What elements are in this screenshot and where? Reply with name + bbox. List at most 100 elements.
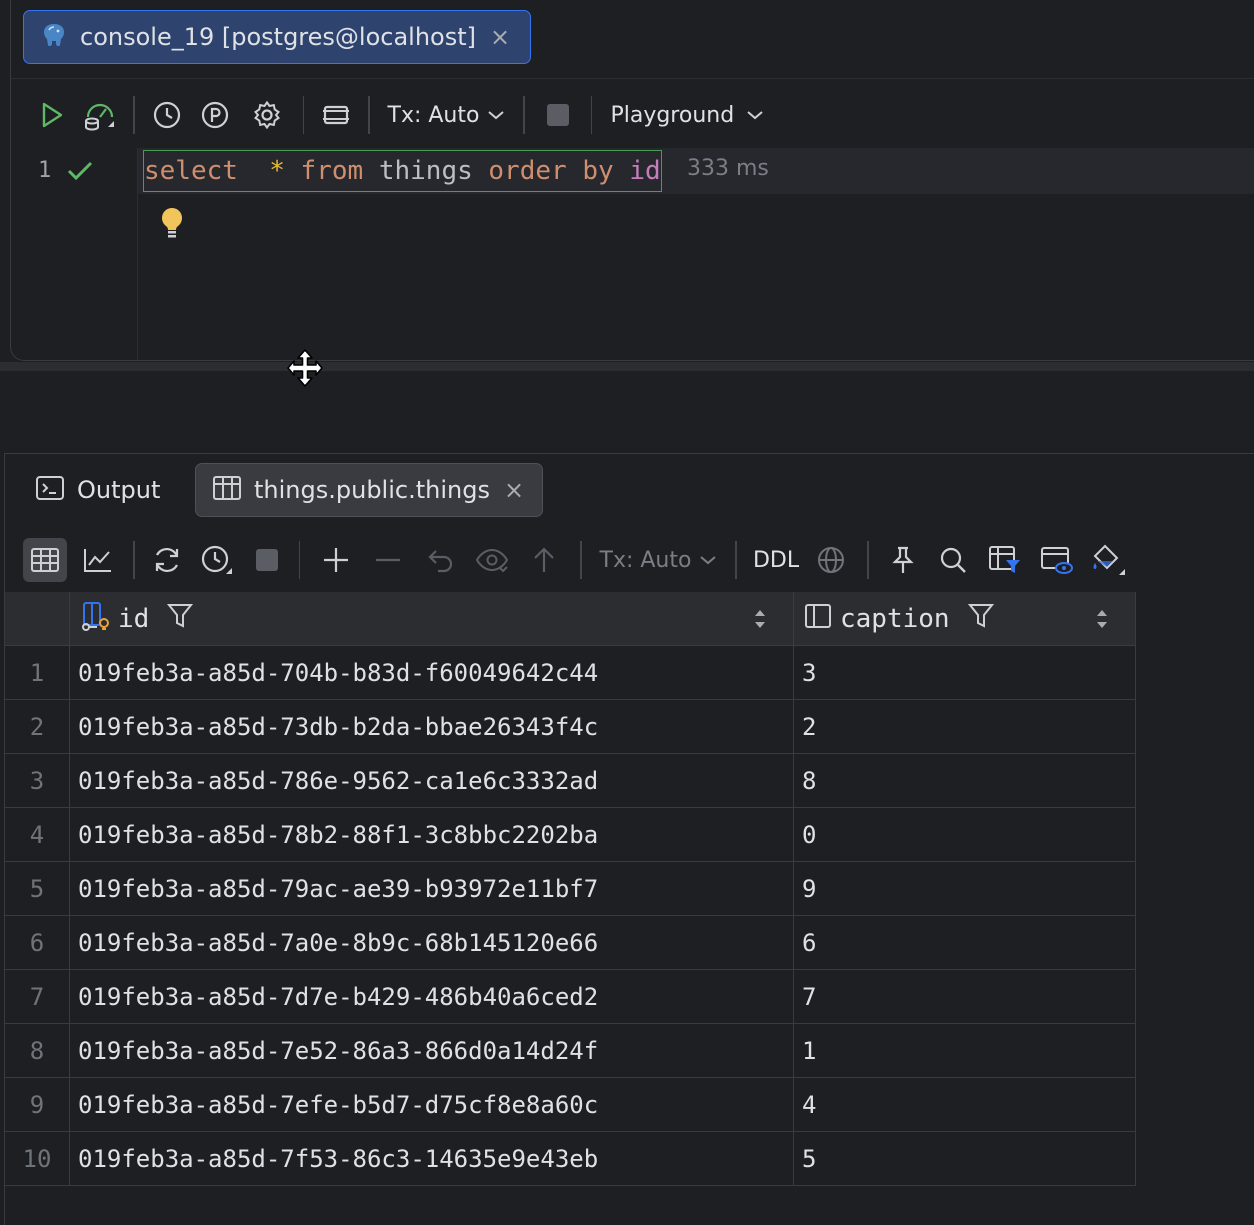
code-editor[interactable]: 1 select * from things order by id 333 m… xyxy=(11,148,1254,360)
primary-key-column-icon xyxy=(80,601,112,637)
cell-caption[interactable]: 7 xyxy=(794,970,1136,1024)
run-icon[interactable] xyxy=(25,93,77,137)
query-token: things xyxy=(363,156,489,186)
table-view-icon[interactable] xyxy=(23,538,67,582)
add-row-icon[interactable] xyxy=(310,538,362,582)
color-fill-icon[interactable] xyxy=(1083,538,1135,582)
cell-id[interactable]: 019feb3a-a85d-7efe-b5d7-d75cf8e8a60c xyxy=(70,1078,794,1132)
search-icon[interactable] xyxy=(927,538,979,582)
tab-output[interactable]: Output xyxy=(35,463,160,517)
row-number-header xyxy=(5,592,70,646)
toolbar-separator xyxy=(368,96,370,134)
preview-changes-icon[interactable] xyxy=(466,538,518,582)
history-icon[interactable] xyxy=(189,538,245,582)
tab-things-table[interactable]: things.public.things × xyxy=(195,463,543,517)
refresh-icon[interactable] xyxy=(145,538,189,582)
row-number: 2 xyxy=(5,700,70,754)
cell-caption[interactable]: 2 xyxy=(794,700,1136,754)
view-settings-icon[interactable] xyxy=(1031,538,1083,582)
stop-icon[interactable] xyxy=(535,93,581,137)
cell-id[interactable]: 019feb3a-a85d-786e-9562-ca1e6c3332ad xyxy=(70,754,794,808)
cell-caption[interactable]: 0 xyxy=(794,808,1136,862)
close-icon[interactable]: × xyxy=(490,23,510,51)
gear-icon[interactable] xyxy=(241,93,293,137)
row-number: 1 xyxy=(5,646,70,700)
cell-caption[interactable]: 5 xyxy=(794,1132,1136,1186)
cell-id[interactable]: 019feb3a-a85d-7e52-86a3-866d0a14d24f xyxy=(70,1024,794,1078)
cell-id[interactable]: 019feb3a-a85d-79ac-ae39-b93972e11bf7 xyxy=(70,862,794,916)
postgres-elephant-icon xyxy=(40,21,68,53)
check-icon xyxy=(67,160,93,186)
pin-icon[interactable] xyxy=(879,538,927,582)
chevron-down-icon xyxy=(746,106,764,125)
submit-icon[interactable] xyxy=(518,538,570,582)
row-number: 7 xyxy=(5,970,70,1024)
cell-caption[interactable]: 3 xyxy=(794,646,1136,700)
column-header-id[interactable]: id xyxy=(70,592,794,646)
chevron-down-icon xyxy=(699,551,717,570)
close-icon[interactable]: × xyxy=(504,476,524,504)
editor-gutter: 1 xyxy=(11,148,138,360)
cell-caption[interactable]: 6 xyxy=(794,916,1136,970)
layout-icon[interactable] xyxy=(314,93,358,137)
cell-caption[interactable]: 8 xyxy=(794,754,1136,808)
query-token xyxy=(285,156,301,186)
column-name-caption: caption xyxy=(840,603,950,634)
cell-id[interactable]: 019feb3a-a85d-78b2-88f1-3c8bbc2202ba xyxy=(70,808,794,862)
results-tab-strip: Output things.public.things × xyxy=(5,454,1254,526)
query-token xyxy=(614,156,630,186)
tab-console-label: console_19 [postgres@localhost] xyxy=(80,23,477,51)
tab-console[interactable]: console_19 [postgres@localhost] × xyxy=(23,10,531,64)
delete-row-icon[interactable] xyxy=(362,538,414,582)
explain-plan-icon[interactable] xyxy=(77,93,123,137)
parameters-icon[interactable] xyxy=(189,93,241,137)
tab-things-label: things.public.things xyxy=(254,476,490,504)
editor-toolbar: Tx: Auto Playground xyxy=(11,88,1254,142)
results-grid[interactable]: id caption 1 019feb3a-a85d-704b-b83d-f600… xyxy=(5,592,1136,1186)
resize-cursor-icon xyxy=(286,348,324,392)
row-number: 9 xyxy=(5,1078,70,1132)
cell-id[interactable]: 019feb3a-a85d-7d7e-b429-486b40a6ced2 xyxy=(70,970,794,1024)
toolbar-separator xyxy=(735,541,737,579)
cell-caption[interactable]: 9 xyxy=(794,862,1136,916)
stop-icon[interactable] xyxy=(245,538,289,582)
session-dropdown[interactable]: Playground xyxy=(602,93,772,137)
toolbar-separator xyxy=(590,96,593,134)
cell-id[interactable]: 019feb3a-a85d-7a0e-8b9c-68b145120e66 xyxy=(70,916,794,970)
query-token: id xyxy=(629,156,661,186)
ddl-button[interactable]: DDL xyxy=(747,538,805,582)
revert-icon[interactable] xyxy=(414,538,466,582)
results-tx-mode-dropdown[interactable]: Tx: Auto xyxy=(592,538,726,582)
splitter[interactable] xyxy=(0,362,1254,371)
results-tx-mode-label: Tx: Auto xyxy=(599,547,692,573)
column-header-caption[interactable]: caption xyxy=(794,592,1136,646)
query-text[interactable]: select * from things order by id xyxy=(143,150,662,192)
query-token xyxy=(567,156,583,186)
tx-mode-dropdown[interactable]: Tx: Auto xyxy=(380,93,514,137)
cell-id[interactable]: 019feb3a-a85d-704b-b83d-f60049642c44 xyxy=(70,646,794,700)
query-token: by xyxy=(582,156,614,186)
filter-icon[interactable] xyxy=(967,602,994,636)
results-toolbar: Tx: Auto DDL xyxy=(5,534,1254,586)
globe-icon[interactable] xyxy=(805,538,857,582)
column-icon xyxy=(804,602,834,636)
cell-caption[interactable]: 1 xyxy=(794,1024,1136,1078)
row-number: 5 xyxy=(5,862,70,916)
ddl-label: DDL xyxy=(752,547,800,573)
cell-id[interactable]: 019feb3a-a85d-73db-b2da-bbae26343f4c xyxy=(70,700,794,754)
filter-table-icon[interactable] xyxy=(979,538,1031,582)
tab-output-label: Output xyxy=(77,476,161,504)
sort-icon[interactable] xyxy=(1095,608,1109,636)
cell-caption[interactable]: 4 xyxy=(794,1078,1136,1132)
history-icon[interactable] xyxy=(145,93,189,137)
row-number: 3 xyxy=(5,754,70,808)
editor-panel: console_19 [postgres@localhost] × Tx: Au… xyxy=(10,0,1254,361)
filter-icon[interactable] xyxy=(167,602,194,636)
chevron-down-icon xyxy=(487,106,505,125)
chart-view-icon[interactable] xyxy=(73,538,123,582)
sort-icon[interactable] xyxy=(753,608,767,636)
toolbar-separator xyxy=(133,541,135,579)
cell-id[interactable]: 019feb3a-a85d-7f53-86c3-14635e9e43eb xyxy=(70,1132,794,1186)
lightbulb-icon[interactable] xyxy=(159,206,185,244)
row-number: 6 xyxy=(5,916,70,970)
